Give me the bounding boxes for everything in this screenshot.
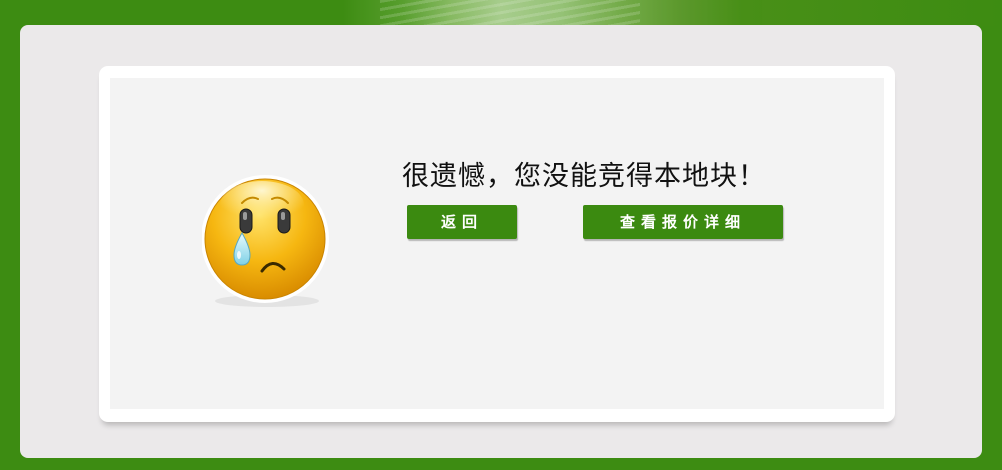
- back-button[interactable]: 返回: [407, 205, 517, 239]
- crying-face-icon: [202, 175, 329, 307]
- result-message: 很遗憾，您没能竞得本地块！: [402, 161, 766, 192]
- result-card: 很遗憾，您没能竞得本地块！ 返回 查看报价详细: [99, 66, 895, 422]
- outer-panel: 很遗憾，您没能竞得本地块！ 返回 查看报价详细: [20, 25, 982, 458]
- result-content: 很遗憾，您没能竞得本地块！ 返回 查看报价详细: [110, 78, 884, 409]
- header-landscape-banner: [0, 0, 1002, 26]
- view-quote-details-button[interactable]: 查看报价详细: [583, 205, 783, 239]
